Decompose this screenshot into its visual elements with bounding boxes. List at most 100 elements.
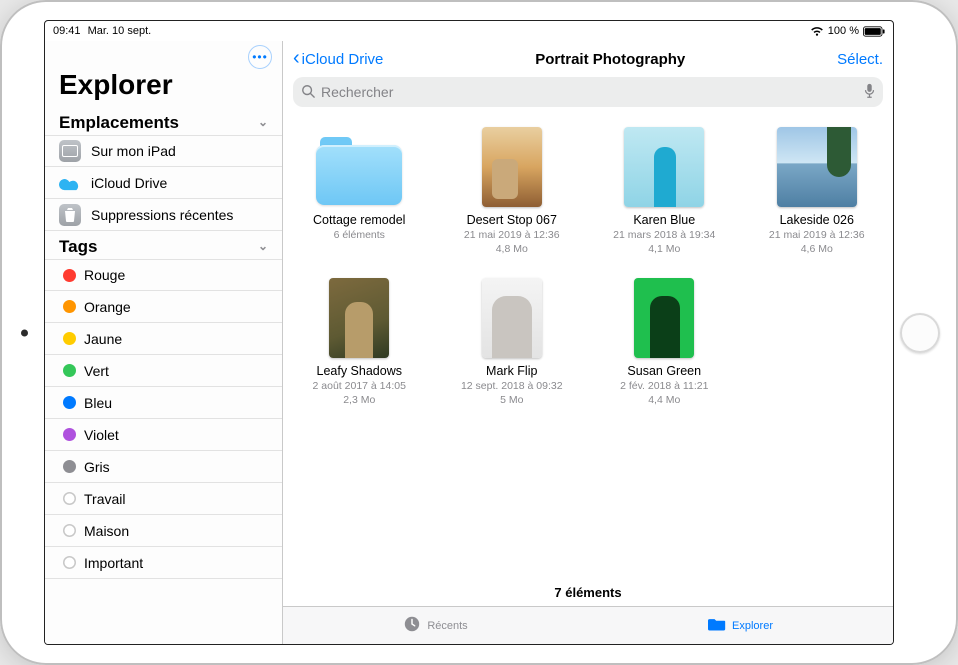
item-meta-size: 4,6 Mo	[753, 243, 881, 256]
item-meta-size: 5 Mo	[448, 394, 576, 407]
sidebar-tag-item[interactable]: Gris	[45, 451, 282, 483]
sidebar-location-label: iCloud Drive	[91, 175, 167, 191]
select-button[interactable]: Sélect.	[837, 51, 883, 68]
sidebar-location-item[interactable]: iCloud Drive	[45, 167, 282, 199]
tag-dot-icon	[63, 300, 76, 313]
battery-icon	[863, 26, 885, 37]
item-meta-date: 21 mars 2018 à 19:34	[600, 229, 728, 242]
item-count: 7 éléments	[283, 579, 893, 606]
more-button[interactable]: •••	[248, 45, 272, 69]
tag-dot-icon	[63, 332, 76, 345]
back-button[interactable]: ‹ iCloud Drive	[293, 51, 383, 68]
sidebar-tag-label: Vert	[84, 363, 109, 379]
thumbnail	[329, 278, 389, 358]
thumbnail	[482, 127, 542, 207]
locations-header[interactable]: Emplacements ⌄	[45, 107, 282, 135]
item-name: Desert Stop 067	[448, 213, 576, 228]
sidebar-tag-label: Jaune	[84, 331, 122, 347]
thumbnail	[624, 127, 704, 207]
sidebar-location-item[interactable]: Sur mon iPad	[45, 135, 282, 167]
folder-item[interactable]: Cottage remodel6 éléments	[295, 127, 423, 256]
tags-list: Rouge Orange Jaune Vert Bleu Violet Gris Travai…	[45, 259, 282, 579]
search-placeholder: Rechercher	[321, 84, 393, 100]
battery-text: 100 %	[828, 25, 859, 37]
tab-bar: Récents Explorer	[283, 606, 893, 644]
wifi-icon	[810, 26, 824, 37]
tag-dot-icon	[63, 428, 76, 441]
file-item[interactable]: Mark Flip12 sept. 2018 à 09:325 Mo	[448, 278, 576, 407]
tags-header[interactable]: Tags ⌄	[45, 231, 282, 259]
sidebar-location-label: Suppressions récentes	[91, 207, 233, 223]
search-bar[interactable]: Rechercher	[283, 77, 893, 115]
sidebar-tag-item[interactable]: Jaune	[45, 323, 282, 355]
item-meta-size: 4,4 Mo	[600, 394, 728, 407]
sidebar-tag-item[interactable]: Travail	[45, 483, 282, 515]
front-camera	[21, 329, 28, 336]
tab-recents[interactable]: Récents	[283, 607, 588, 644]
item-meta-date: 2 août 2017 à 14:05	[295, 380, 423, 393]
home-button[interactable]	[900, 313, 940, 353]
locations-list: Sur mon iPad iCloud Drive Suppressions réc…	[45, 135, 282, 231]
file-item[interactable]: Leafy Shadows2 août 2017 à 14:052,3 Mo	[295, 278, 423, 407]
item-name: Mark Flip	[448, 364, 576, 379]
tab-browse[interactable]: Explorer	[588, 607, 893, 644]
sidebar-tag-label: Violet	[84, 427, 119, 443]
chevron-down-icon: ⌄	[258, 239, 268, 253]
item-meta-date: 21 mai 2019 à 12:36	[448, 229, 576, 242]
sidebar-location-label: Sur mon iPad	[91, 143, 176, 159]
sidebar-tag-item[interactable]: Vert	[45, 355, 282, 387]
status-date: Mar. 10 sept.	[88, 25, 152, 37]
sidebar-tag-label: Maison	[84, 523, 129, 539]
back-label: iCloud Drive	[302, 51, 384, 68]
file-item[interactable]: Karen Blue21 mars 2018 à 19:344,1 Mo	[600, 127, 728, 256]
main-panel: ‹ iCloud Drive Portrait Photography Séle…	[283, 41, 893, 644]
tag-dot-icon	[63, 524, 76, 537]
file-item[interactable]: Susan Green2 fév. 2018 à 11:214,4 Mo	[600, 278, 728, 407]
file-item[interactable]: Lakeside 02621 mai 2019 à 12:364,6 Mo	[753, 127, 881, 256]
ellipsis-icon: •••	[252, 50, 268, 64]
sidebar-tag-item[interactable]: Orange	[45, 291, 282, 323]
folder-icon	[708, 615, 726, 636]
item-name: Leafy Shadows	[295, 364, 423, 379]
locations-header-label: Emplacements	[59, 113, 179, 133]
clock-icon	[403, 615, 421, 636]
item-meta-size: 2,3 Mo	[295, 394, 423, 407]
status-time-date: 09:41 Mar. 10 sept.	[53, 25, 151, 37]
status-right: 100 %	[810, 25, 885, 37]
sidebar-location-item[interactable]: Suppressions récentes	[45, 199, 282, 231]
sidebar-tag-item[interactable]: Important	[45, 547, 282, 579]
status-bar: 09:41 Mar. 10 sept. 100 %	[45, 21, 893, 41]
item-meta-date: 6 éléments	[295, 229, 423, 242]
sidebar-tag-label: Gris	[84, 459, 110, 475]
mic-icon[interactable]	[864, 83, 875, 102]
item-meta-date: 12 sept. 2018 à 09:32	[448, 380, 576, 393]
status-time: 09:41	[53, 25, 81, 37]
tag-dot-icon	[63, 269, 76, 282]
folder-icon	[316, 137, 402, 205]
sidebar-tag-item[interactable]: Bleu	[45, 387, 282, 419]
item-meta-date: 2 fév. 2018 à 11:21	[600, 380, 728, 393]
sidebar-tag-label: Orange	[84, 299, 131, 315]
tag-dot-icon	[63, 364, 76, 377]
sidebar-tag-item[interactable]: Maison	[45, 515, 282, 547]
sidebar-tag-item[interactable]: Violet	[45, 419, 282, 451]
ipad-device-frame: 09:41 Mar. 10 sept. 100 % •••	[0, 0, 958, 665]
item-meta-size: 4,8 Mo	[448, 243, 576, 256]
thumbnail	[634, 278, 694, 358]
item-name: Lakeside 026	[753, 213, 881, 228]
item-name: Karen Blue	[600, 213, 728, 228]
items-grid: Cottage remodel6 élémentsDesert Stop 067…	[283, 115, 893, 579]
screen: 09:41 Mar. 10 sept. 100 % •••	[44, 20, 894, 645]
file-item[interactable]: Desert Stop 06721 mai 2019 à 12:364,8 Mo	[448, 127, 576, 256]
item-name: Susan Green	[600, 364, 728, 379]
item-meta-size: 4,1 Mo	[600, 243, 728, 256]
thumbnail	[482, 278, 542, 358]
sidebar-title: Explorer	[45, 69, 282, 107]
sidebar-tag-label: Rouge	[84, 267, 125, 283]
sidebar-tag-label: Bleu	[84, 395, 112, 411]
tab-browse-label: Explorer	[732, 620, 773, 632]
sidebar-tag-label: Travail	[84, 491, 126, 507]
item-name: Cottage remodel	[295, 213, 423, 228]
sidebar-tag-item[interactable]: Rouge	[45, 259, 282, 291]
sidebar: ••• Explorer Emplacements ⌄ Sur mon iPad…	[45, 41, 283, 644]
